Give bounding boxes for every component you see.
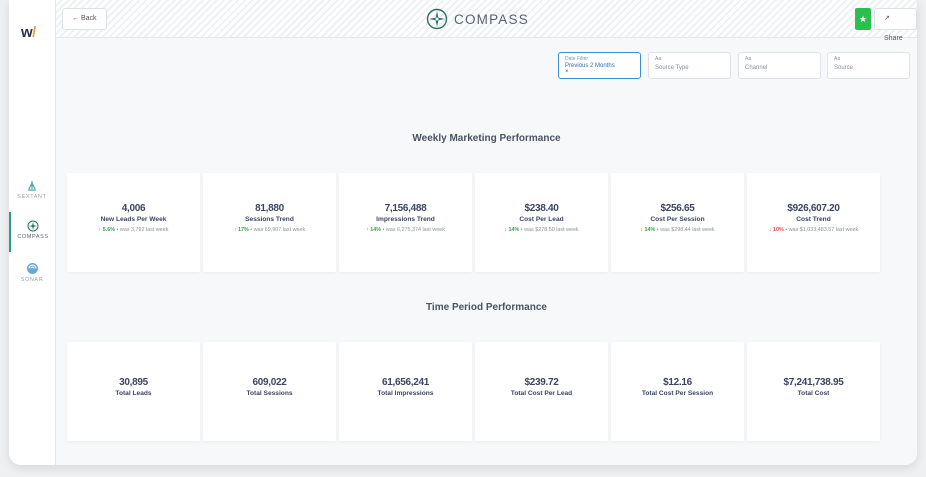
metric-card-cost-per-session: $256.65 Cost Per Session ↓ 14% • was $29… (611, 173, 744, 272)
metric-value: 81,880 (255, 203, 284, 214)
metric-label: Cost Per Session (650, 216, 705, 223)
metric-value: 7,156,488 (384, 203, 427, 214)
trend-previous: • was $298.44 last week (656, 227, 715, 233)
app-window: w/ SEXTANT COMPASS SONAR ← Back COMPASS … (9, 0, 917, 465)
filter-label: Aa (655, 56, 662, 62)
sextant-icon (28, 181, 36, 191)
metric-label: Cost Per Lead (519, 216, 564, 223)
trend-arrow-icon: ↓ (504, 227, 507, 233)
metric-value: $7,241,738.95 (783, 377, 844, 388)
trend-percent: 5.6% (102, 227, 116, 233)
metric-label: New Leads Per Week (100, 216, 167, 223)
sidebar-item-sonar[interactable]: SONAR (9, 262, 55, 302)
metric-value: $926,607.20 (787, 203, 840, 214)
metric-card-cost-per-lead: $238.40 Cost Per Lead ↓ 14% • was $278.5… (475, 173, 608, 272)
sonar-icon (26, 263, 38, 274)
header-bar: ← Back COMPASS ★ ↗ Share (56, 0, 917, 42)
sidebar-item-compass[interactable]: COMPASS (9, 212, 55, 252)
trend-previous: • was 3,792 last week (116, 227, 169, 233)
main-content: ← Back COMPASS ★ ↗ Share Date Filter Pre… (56, 0, 917, 465)
favorite-button[interactable]: ★ (855, 8, 871, 30)
trend-previous: • was $278.50 last week (520, 227, 579, 233)
metric-trend: ↓ 14% • was $278.50 last week (475, 227, 608, 233)
metric-card-total-cost-per-session: $12.16 Total Cost Per Session (611, 342, 744, 441)
metric-trend: ↑ 17% • was 69,907 last week (203, 227, 336, 233)
trend-percent: 14% (370, 227, 382, 233)
metric-trend: ↑ 5.6% • was 3,792 last week (67, 227, 200, 233)
metric-label: Total Sessions (246, 390, 293, 397)
clear-filter-icon[interactable]: × (565, 69, 634, 75)
metric-value: $12.16 (663, 377, 692, 388)
metric-card-total-impressions: 61,656,241 Total Impressions (339, 342, 472, 441)
weekly-section-title: Weekly Marketing Performance (412, 133, 561, 144)
source-type-filter[interactable]: Aa Source Type (648, 52, 731, 79)
metric-card-cost-trend: $926,607.20 Cost Trend ↓ 10% • was $1,03… (747, 173, 880, 272)
metric-value: 61,656,241 (381, 377, 430, 388)
metric-value: 609,022 (252, 377, 287, 388)
metric-card-sessions: 81,880 Sessions Trend ↑ 17% • was 69,907… (203, 173, 336, 272)
sidebar: w/ SEXTANT COMPASS SONAR (9, 0, 56, 465)
filter-label: Aa (834, 56, 841, 62)
metric-card-total-leads: 30,895 Total Leads (67, 342, 200, 441)
sidebar-item-label: COMPASS (17, 234, 49, 240)
metric-card-total-cost: $7,241,738.95 Total Cost (747, 342, 880, 441)
metric-value: $256.65 (660, 203, 695, 214)
metric-card-total-cost-per-lead: $239.72 Total Cost Per Lead (475, 342, 608, 441)
trend-arrow-icon: ↑ (98, 227, 102, 233)
sidebar-item-label: SEXTANT (17, 194, 47, 200)
date-filter[interactable]: Date Filter Previous 2 Months × (558, 52, 641, 79)
trend-previous: • was 69,907 last week (250, 227, 306, 233)
filter-label: Date Filter (565, 56, 589, 62)
sidebar-item-label: SONAR (20, 277, 44, 283)
trend-percent: 10% (772, 227, 784, 233)
metric-value: $238.40 (524, 203, 559, 214)
metric-label: Sessions Trend (245, 216, 294, 223)
metric-label: Impressions Trend (376, 216, 435, 223)
metric-label: Cost Trend (796, 216, 831, 223)
metric-value: $239.72 (524, 377, 559, 388)
metric-label: Total Cost (797, 390, 830, 397)
back-button[interactable]: ← Back (62, 8, 107, 30)
metric-card-impressions: 7,156,488 Impressions Trend ↑ 14% • was … (339, 173, 472, 272)
metric-trend: ↓ 10% • was $1,033,483.57 last week (747, 227, 880, 233)
page-title: COMPASS (426, 7, 529, 31)
metric-card-total-sessions: 609,022 Total Sessions (203, 342, 336, 441)
filter-placeholder: Source (834, 65, 854, 71)
metric-label: Total Cost Per Lead (510, 390, 573, 397)
metric-trend: ↓ 14% • was $298.44 last week (611, 227, 744, 233)
filter-placeholder: Source Type (655, 65, 689, 71)
trend-arrow-icon: ↑ (366, 227, 369, 233)
metric-value: 4,006 (121, 203, 146, 214)
trend-percent: 14% (508, 227, 520, 233)
filter-placeholder: Channel (745, 65, 768, 71)
metric-trend: ↑ 14% • was 6,275,374 last week (339, 227, 472, 233)
trend-previous: • was 6,275,374 last week (382, 227, 445, 233)
channel-filter[interactable]: Aa Channel (738, 52, 821, 79)
metric-label: Total Leads (115, 390, 152, 397)
trend-percent: 14% (644, 227, 656, 233)
filter-label: Aa (745, 56, 752, 62)
compass-icon (27, 220, 39, 232)
metric-card-new-leads: 4,006 New Leads Per Week ↑ 5.6% • was 3,… (67, 173, 200, 272)
source-filter[interactable]: Aa Source (827, 52, 910, 79)
share-button[interactable]: ↗ Share (874, 8, 917, 42)
trend-percent: 17% (237, 227, 249, 233)
trend-arrow-icon: ↓ (768, 227, 772, 233)
trend-previous: • was $1,033,483.57 last week (785, 227, 859, 233)
period-section-title: Time Period Performance (426, 302, 547, 313)
app-logo[interactable]: w/ (21, 24, 36, 41)
trend-arrow-icon: ↑ (233, 227, 237, 233)
metric-label: Total Impressions (377, 390, 434, 397)
trend-arrow-icon: ↓ (640, 227, 643, 233)
metric-value: 30,895 (119, 377, 148, 388)
compass-logo-icon (426, 8, 448, 30)
metric-label: Total Cost Per Session (641, 390, 714, 397)
